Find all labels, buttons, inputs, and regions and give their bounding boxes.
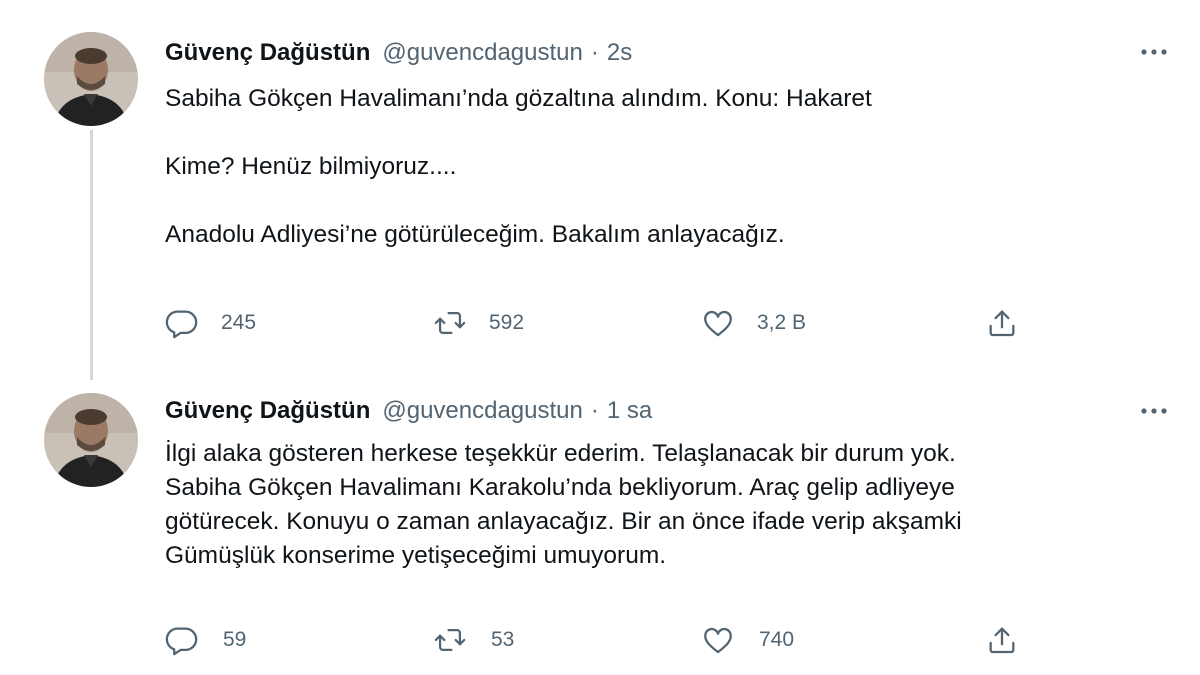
share-button[interactable] (985, 303, 1019, 343)
tweet-actions: 59 53 740 (165, 620, 1035, 660)
like-count: 3,2 B (757, 311, 807, 334)
more-icon[interactable] (1138, 401, 1170, 421)
reply-count: 59 (223, 628, 247, 651)
avatar[interactable] (44, 393, 138, 487)
share-icon (989, 310, 1015, 337)
separator-dot: · (590, 397, 599, 424)
author-handle[interactable]: @guvencdagustun (382, 38, 583, 68)
retweet-count: 53 (491, 628, 515, 651)
author-handle[interactable]: @guvencdagustun (382, 396, 583, 426)
more-icon[interactable] (1138, 42, 1170, 62)
tweet-actions: 245 592 3,2 B (165, 303, 1035, 343)
tweet-line: Gümüşlük konserime yetişeceğimi umuyorum… (165, 542, 667, 569)
tweet-timestamp[interactable]: 2s (607, 38, 632, 68)
retweet-icon (434, 311, 466, 335)
reply-icon (165, 310, 198, 339)
like-button[interactable]: 3,2 B (701, 303, 806, 343)
like-count: 740 (759, 628, 795, 651)
tweet-header: Güvenç Dağüstün @guvencdagustun · 1 sa (165, 396, 652, 426)
retweet-button[interactable]: 53 (433, 620, 514, 660)
tweet-thread: Güvenç Dağüstün @guvencdagustun · 2s Sab… (0, 0, 1200, 675)
tweet[interactable]: Güvenç Dağüstün @guvencdagustun · 1 sa İ… (0, 375, 1200, 675)
reply-button[interactable]: 245 (165, 303, 256, 343)
thread-connector-line (90, 130, 93, 380)
avatar[interactable] (44, 32, 138, 126)
reply-count: 245 (221, 311, 257, 334)
tweet-timestamp[interactable]: 1 sa (607, 396, 652, 426)
tweet-text: Sabiha Gökçen Havalimanı’nda gözaltına a… (165, 82, 1165, 252)
tweet-line: götürecek. Konuyu o zaman anlayacağız. B… (165, 508, 962, 535)
share-icon (989, 627, 1015, 654)
reply-button[interactable]: 59 (165, 620, 246, 660)
heart-icon (704, 627, 732, 654)
avatar-image (44, 32, 138, 126)
tweet-text: İlgi alaka gösteren herkese teşekkür ede… (165, 437, 1165, 573)
retweet-button[interactable]: 592 (433, 303, 524, 343)
retweet-icon (434, 628, 466, 652)
heart-icon (704, 310, 732, 337)
author-name[interactable]: Güvenç Dağüstün (165, 396, 370, 426)
tweet-header: Güvenç Dağüstün @guvencdagustun · 2s (165, 38, 632, 68)
tweet-paragraph: Anadolu Adliyesi’ne götürüleceğim. Bakal… (165, 221, 785, 248)
separator-dot: · (590, 39, 599, 66)
tweet[interactable]: Güvenç Dağüstün @guvencdagustun · 2s Sab… (0, 0, 1200, 380)
tweet-line: İlgi alaka gösteren herkese teşekkür ede… (165, 440, 956, 467)
retweet-count: 592 (489, 311, 525, 334)
like-button[interactable]: 740 (701, 620, 794, 660)
tweet-paragraph: Kime? Henüz bilmiyoruz.... (165, 153, 457, 180)
avatar-image (44, 393, 138, 487)
share-button[interactable] (985, 620, 1019, 660)
author-name[interactable]: Güvenç Dağüstün (165, 38, 370, 68)
tweet-paragraph: Sabiha Gökçen Havalimanı’nda gözaltına a… (165, 85, 872, 112)
reply-icon (165, 627, 198, 656)
tweet-line: Sabiha Gökçen Havalimanı Karakolu’nda be… (165, 474, 955, 501)
